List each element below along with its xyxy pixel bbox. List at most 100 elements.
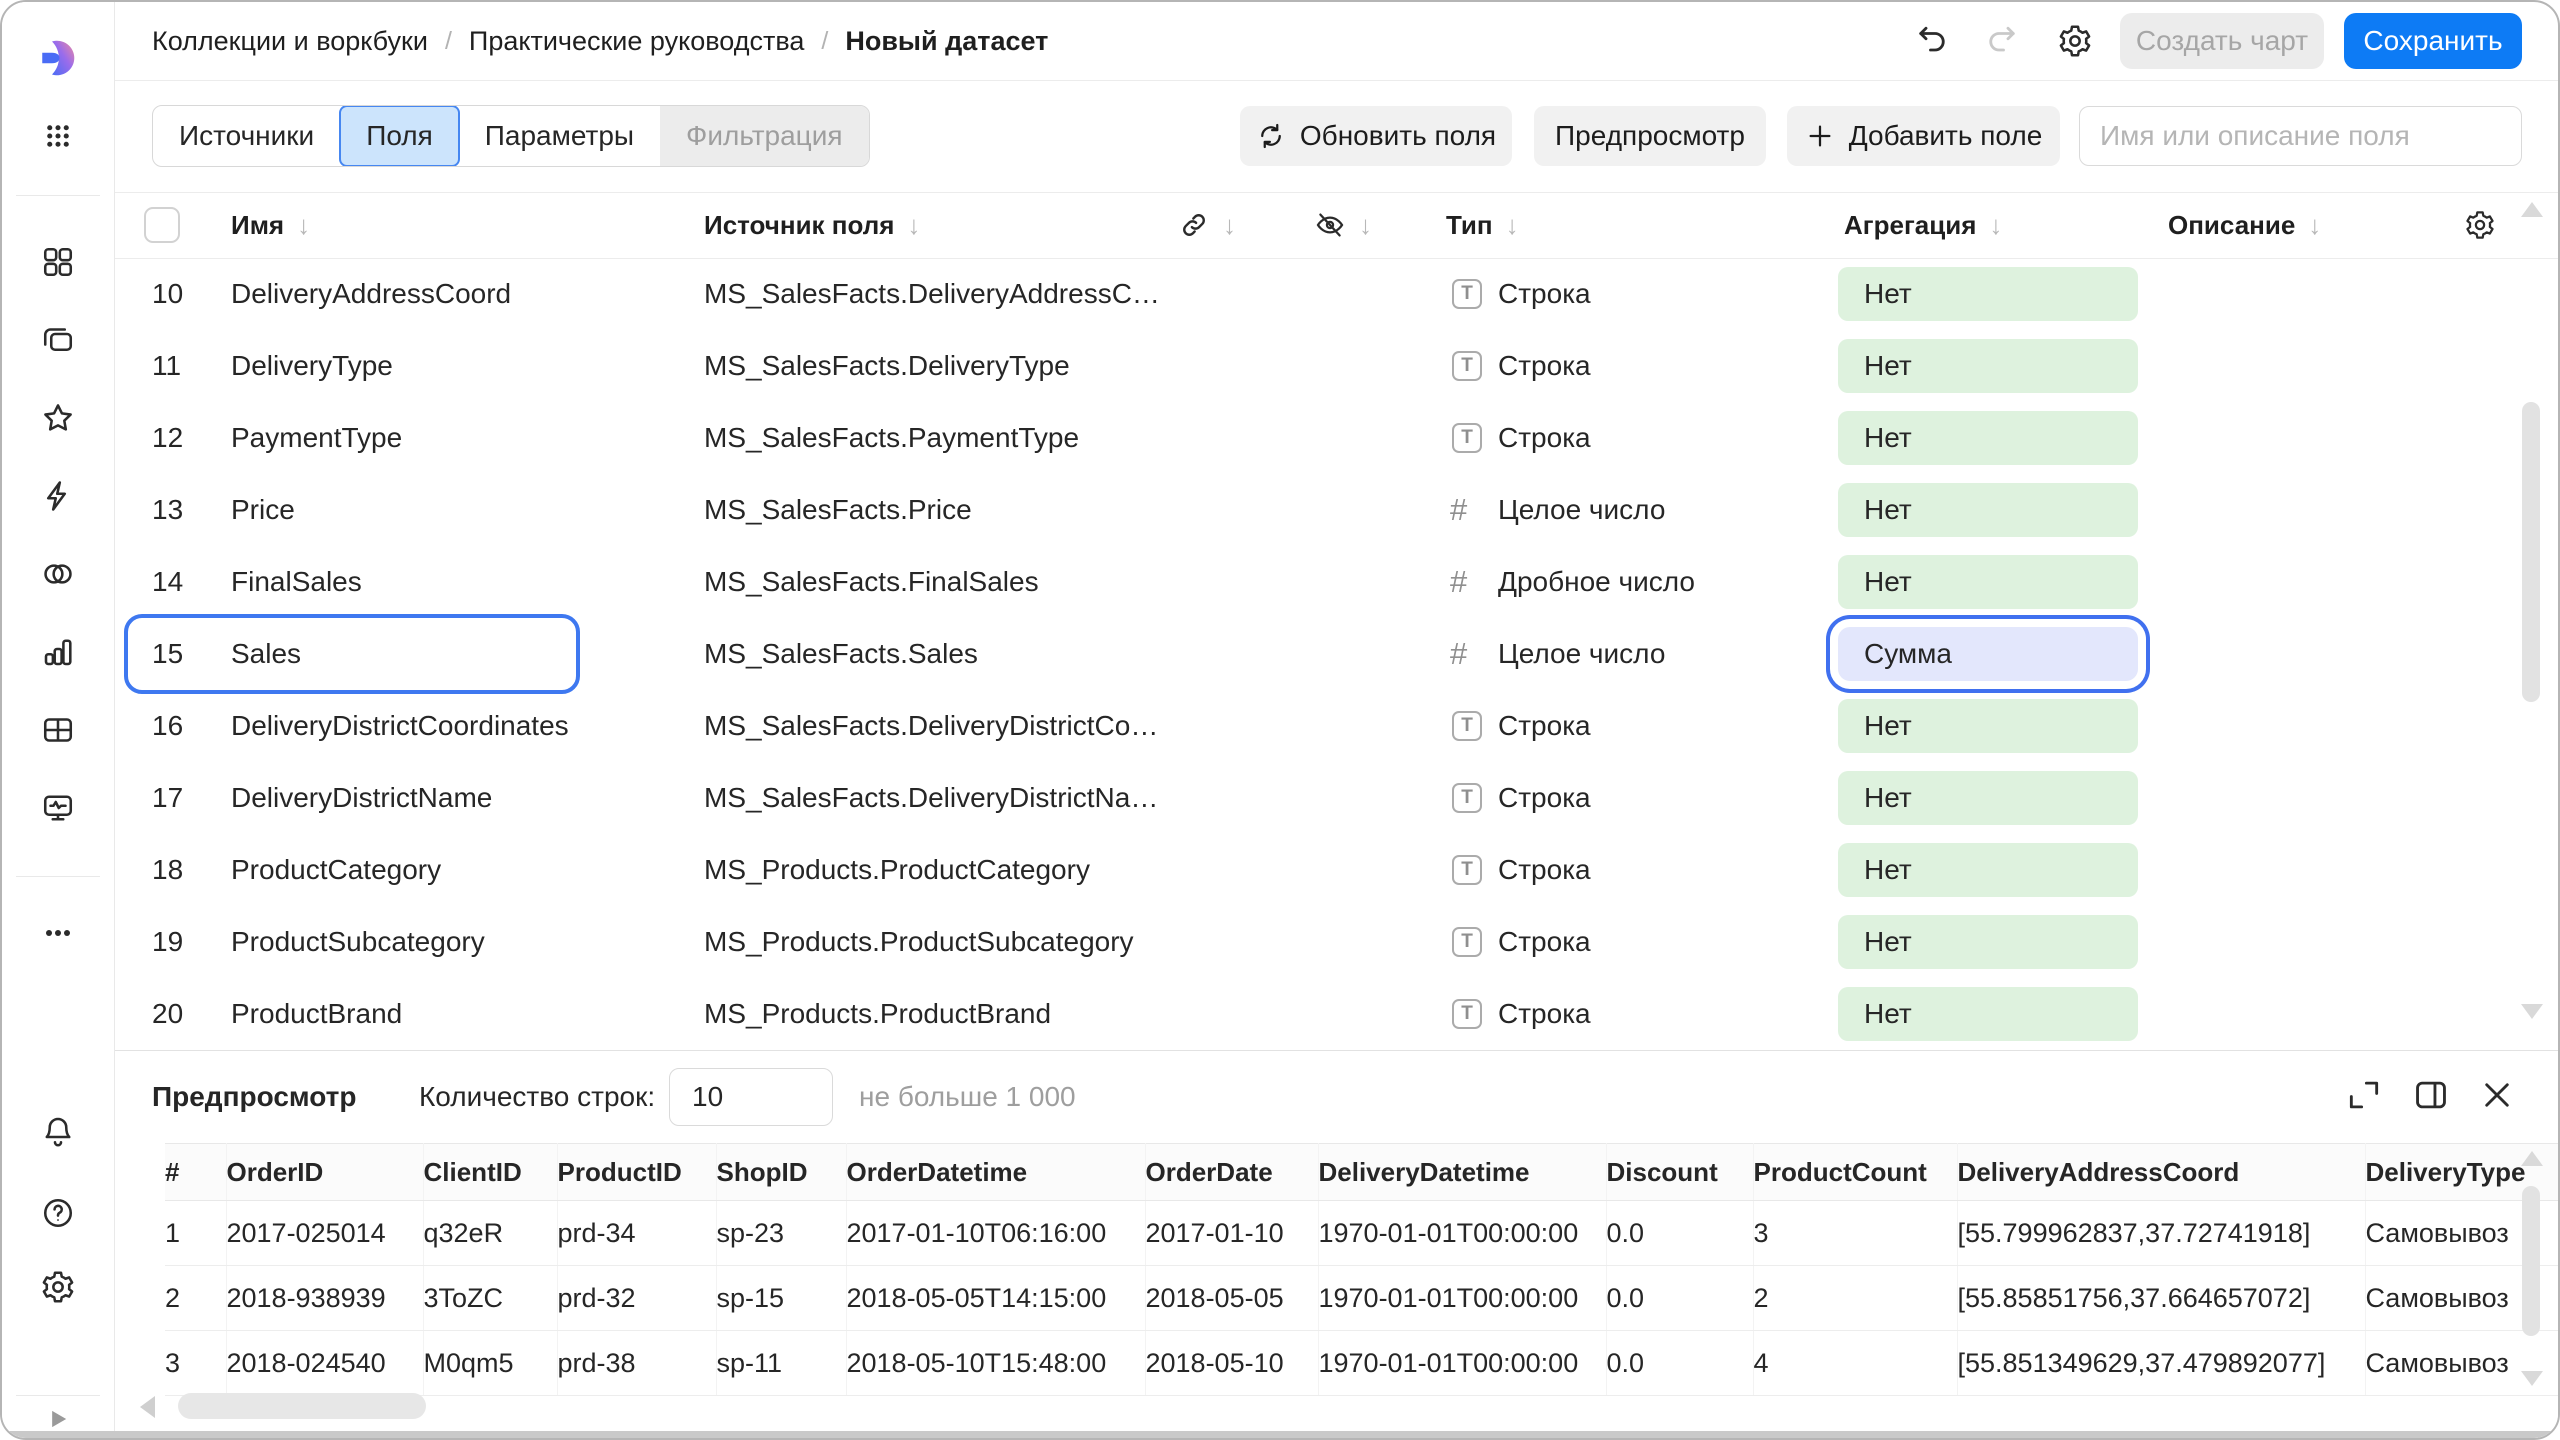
field-source: MS_SalesFacts.PaymentType: [704, 402, 1079, 474]
field-row[interactable]: 11DeliveryTypeMS_SalesFacts.DeliveryType…: [114, 330, 2558, 402]
field-row[interactable]: 16DeliveryDistrictCoordinatesMS_SalesFac…: [114, 690, 2558, 762]
sort-arrow-icon[interactable]: ↓: [907, 210, 920, 241]
aggregation-select[interactable]: Нет: [1838, 699, 2138, 753]
add-field-label: Добавить поле: [1849, 120, 2043, 152]
monitoring-icon[interactable]: [2, 790, 114, 826]
save-button[interactable]: Сохранить: [2344, 13, 2522, 69]
sidebar: [2, 2, 115, 1438]
aggregation-select[interactable]: Нет: [1838, 915, 2138, 969]
field-row-number: 13: [152, 474, 183, 546]
breadcrumb-item[interactable]: Практические руководства: [469, 26, 804, 57]
settings-gear-icon[interactable]: [2, 1269, 114, 1305]
preview-cell: [55.799962837,37.72741918]: [1957, 1201, 2365, 1266]
scroll-left-arrow[interactable]: [140, 1396, 155, 1418]
scroll-up-arrow[interactable]: [2521, 1151, 2543, 1166]
type-string-icon: T: [1452, 711, 1482, 741]
expand-preview-icon[interactable]: [2345, 1076, 2383, 1114]
type-number-icon: #: [1450, 637, 1467, 671]
aggregation-select[interactable]: Нет: [1838, 339, 2138, 393]
update-fields-button[interactable]: Обновить поля: [1240, 106, 1512, 166]
column-header-aggregation[interactable]: Агрегация ↓: [1844, 192, 2002, 258]
preview-column-header: DeliveryDatetime: [1318, 1144, 1606, 1201]
split-view-icon[interactable]: [2412, 1076, 2450, 1114]
charts-icon[interactable]: [2, 634, 114, 670]
aggregation-select[interactable]: Нет: [1838, 483, 2138, 537]
sort-arrow-icon[interactable]: ↓: [1989, 210, 2002, 241]
column-header-type[interactable]: Тип ↓: [1446, 192, 1519, 258]
field-row[interactable]: 12PaymentTypeMS_SalesFacts.PaymentTypeTС…: [114, 402, 2558, 474]
table-settings-gear-icon[interactable]: [2464, 192, 2496, 258]
notifications-bell-icon[interactable]: [2, 1113, 114, 1149]
column-header-name[interactable]: Имя ↓: [231, 192, 310, 258]
field-type-label: Строка: [1498, 762, 1591, 834]
fields-scrollbar-thumb[interactable]: [2522, 402, 2540, 702]
aggregation-select[interactable]: Нет: [1838, 267, 2138, 321]
field-row[interactable]: 20ProductBrandMS_Products.ProductBrandTС…: [114, 978, 2558, 1050]
column-header-link[interactable]: ↓: [1178, 192, 1236, 258]
scroll-down-arrow[interactable]: [2521, 1004, 2543, 1019]
collections-icon[interactable]: [2, 322, 114, 358]
field-source: MS_SalesFacts.Sales: [704, 618, 978, 690]
datalens-logo[interactable]: [2, 26, 114, 90]
sort-arrow-icon[interactable]: ↓: [1506, 210, 1519, 241]
add-field-button[interactable]: Добавить поле: [1787, 106, 2060, 166]
aggregation-select[interactable]: Нет: [1838, 771, 2138, 825]
favorites-star-icon[interactable]: [2, 400, 114, 436]
more-icon[interactable]: [2, 915, 114, 951]
help-icon[interactable]: [2, 1195, 114, 1231]
tab-fields[interactable]: Поля: [339, 105, 460, 167]
field-row[interactable]: 19ProductSubcategoryMS_Products.ProductS…: [114, 906, 2558, 978]
aggregation-select[interactable]: Нет: [1838, 843, 2138, 897]
breadcrumb-item[interactable]: Новый датасет: [845, 26, 1048, 57]
connections-icon[interactable]: [2, 556, 114, 592]
apps-grid-icon[interactable]: [2, 118, 114, 154]
field-type-label: Целое число: [1498, 618, 1665, 690]
dataset-settings-gear-icon[interactable]: [2057, 23, 2093, 59]
row-count-input[interactable]: [669, 1068, 833, 1126]
preview-cell: [55.85851756,37.664657072]: [1957, 1266, 2365, 1331]
sort-arrow-icon[interactable]: ↓: [2308, 210, 2321, 241]
preview-cell: 2017-01-10: [1145, 1201, 1318, 1266]
sort-arrow-icon[interactable]: ↓: [1359, 210, 1372, 241]
preview-toggle-button[interactable]: Предпросмотр: [1534, 106, 1766, 166]
select-all-checkbox[interactable]: [144, 207, 180, 243]
preview-row: 32018-024540M0qm5prd-38sp-112018-05-10T1…: [165, 1331, 2560, 1396]
link-icon: [1178, 209, 1210, 241]
tab-parameters[interactable]: Параметры: [459, 106, 660, 166]
field-source: MS_SalesFacts.DeliveryDistrictNa…: [704, 762, 1158, 834]
aggregation-select[interactable]: Нет: [1838, 555, 2138, 609]
aggregation-select[interactable]: Нет: [1838, 987, 2138, 1041]
sort-arrow-icon[interactable]: ↓: [1223, 210, 1236, 241]
close-preview-icon[interactable]: [2478, 1076, 2516, 1114]
tables-icon[interactable]: [2, 712, 114, 748]
aggregation-select[interactable]: Нет: [1838, 411, 2138, 465]
preview-scrollbar-thumb[interactable]: [2522, 1186, 2540, 1336]
expand-sidebar-icon[interactable]: [2, 1404, 114, 1434]
preview-cell: 3: [165, 1331, 226, 1396]
breadcrumb-separator: /: [445, 27, 452, 56]
column-header-source[interactable]: Источник поля ↓: [704, 192, 920, 258]
column-header-hidden[interactable]: ↓: [1314, 192, 1372, 258]
field-name: DeliveryAddressCoord: [231, 258, 511, 330]
field-row[interactable]: 10DeliveryAddressCoordMS_SalesFacts.Deli…: [114, 258, 2558, 330]
field-source: MS_Products.ProductBrand: [704, 978, 1051, 1050]
scroll-up-arrow[interactable]: [2521, 202, 2543, 217]
fields-search-input[interactable]: [2079, 106, 2522, 166]
breadcrumb-item[interactable]: Коллекции и воркбуки: [152, 26, 428, 57]
column-header-description[interactable]: Описание ↓: [2168, 192, 2321, 258]
refresh-icon: [1256, 121, 1286, 151]
field-row[interactable]: 17DeliveryDistrictNameMS_SalesFacts.Deli…: [114, 762, 2558, 834]
field-row[interactable]: 13PriceMS_SalesFacts.Price#Целое числоНе…: [114, 474, 2558, 546]
field-row[interactable]: 14FinalSalesMS_SalesFacts.FinalSales#Дро…: [114, 546, 2558, 618]
field-row[interactable]: 15SalesMS_SalesFacts.Sales#Целое числоСу…: [114, 618, 2558, 690]
preview-hscrollbar-thumb[interactable]: [178, 1393, 426, 1419]
sort-arrow-icon[interactable]: ↓: [297, 210, 310, 241]
tab-sources[interactable]: Источники: [153, 106, 340, 166]
widgets-icon[interactable]: [2, 244, 114, 280]
scroll-down-arrow[interactable]: [2521, 1371, 2543, 1386]
undo-icon[interactable]: [1914, 23, 1950, 59]
preview-cell: 2018-05-05: [1145, 1266, 1318, 1331]
aggregation-select[interactable]: Сумма: [1838, 627, 2138, 681]
quick-actions-bolt-icon[interactable]: [2, 478, 114, 514]
field-row[interactable]: 18ProductCategoryMS_Products.ProductCate…: [114, 834, 2558, 906]
